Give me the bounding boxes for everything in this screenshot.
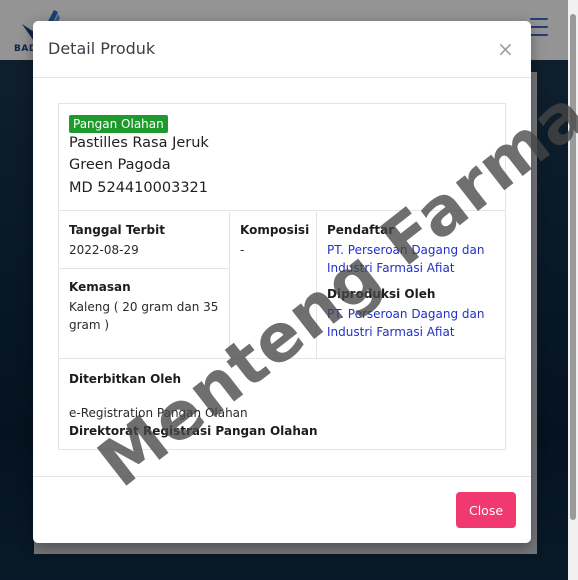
product-name: Pastilles Rasa Jeruk (69, 135, 209, 151)
category-badge: Pangan Olahan (69, 115, 168, 133)
komposisi-cell: Komposisi - (230, 212, 317, 358)
diterbitkan-oleh-cell: Diterbitkan Oleh e-Registration Pangan O… (59, 358, 505, 450)
tanggal-terbit-label: Tanggal Terbit (69, 223, 165, 237)
kemasan-cell: Kemasan Kaleng ( 20 gram dan 35 gram ) (59, 269, 230, 358)
pendaftar-label: Pendaftar (327, 223, 395, 237)
diterbitkan-oleh-line2: Direktorat Registrasi Pangan Olahan (69, 424, 318, 438)
modal-header: Detail Produk × (33, 21, 531, 78)
tanggal-terbit-value: 2022-08-29 (69, 243, 139, 257)
modal-title: Detail Produk (48, 39, 156, 58)
diterbitkan-oleh-line1: e-Registration Pangan Olahan (69, 406, 248, 420)
product-detail-modal: Detail Produk × Pangan Olahan Pastilles … (33, 21, 531, 543)
close-icon[interactable]: × (497, 39, 514, 59)
registration-number: MD 524410003321 (69, 180, 208, 196)
scrollbar[interactable] (568, 0, 578, 580)
komposisi-label: Komposisi (240, 223, 310, 237)
diterbitkan-oleh-label: Diterbitkan Oleh (69, 372, 182, 386)
kemasan-value: Kaleng ( 20 gram dan 35 gram ) (69, 300, 219, 332)
kemasan-label: Kemasan (69, 280, 131, 294)
product-summary: Pangan Olahan Pastilles Rasa Jeruk Green… (59, 104, 505, 211)
komposisi-value: - (240, 243, 245, 257)
modal-footer: Close (33, 476, 531, 543)
scrollbar-thumb[interactable] (570, 14, 576, 520)
modal-body: Pangan Olahan Pastilles Rasa Jeruk Green… (33, 78, 531, 476)
product-card: Pangan Olahan Pastilles Rasa Jeruk Green… (58, 103, 506, 450)
diproduksi-oleh-label: Diproduksi Oleh (327, 287, 436, 301)
pendaftar-cell: Pendaftar PT. Perseroan Dagang dan Indus… (317, 212, 505, 358)
product-brand: Green Pagoda (69, 157, 171, 173)
pendaftar-link[interactable]: PT. Perseroan Dagang dan Industri Farmas… (327, 241, 495, 277)
close-button[interactable]: Close (456, 492, 516, 528)
diproduksi-oleh-link[interactable]: PT. Perseroan Dagang dan Industri Farmas… (327, 305, 495, 341)
tanggal-terbit-cell: Tanggal Terbit 2022-08-29 (59, 212, 230, 269)
